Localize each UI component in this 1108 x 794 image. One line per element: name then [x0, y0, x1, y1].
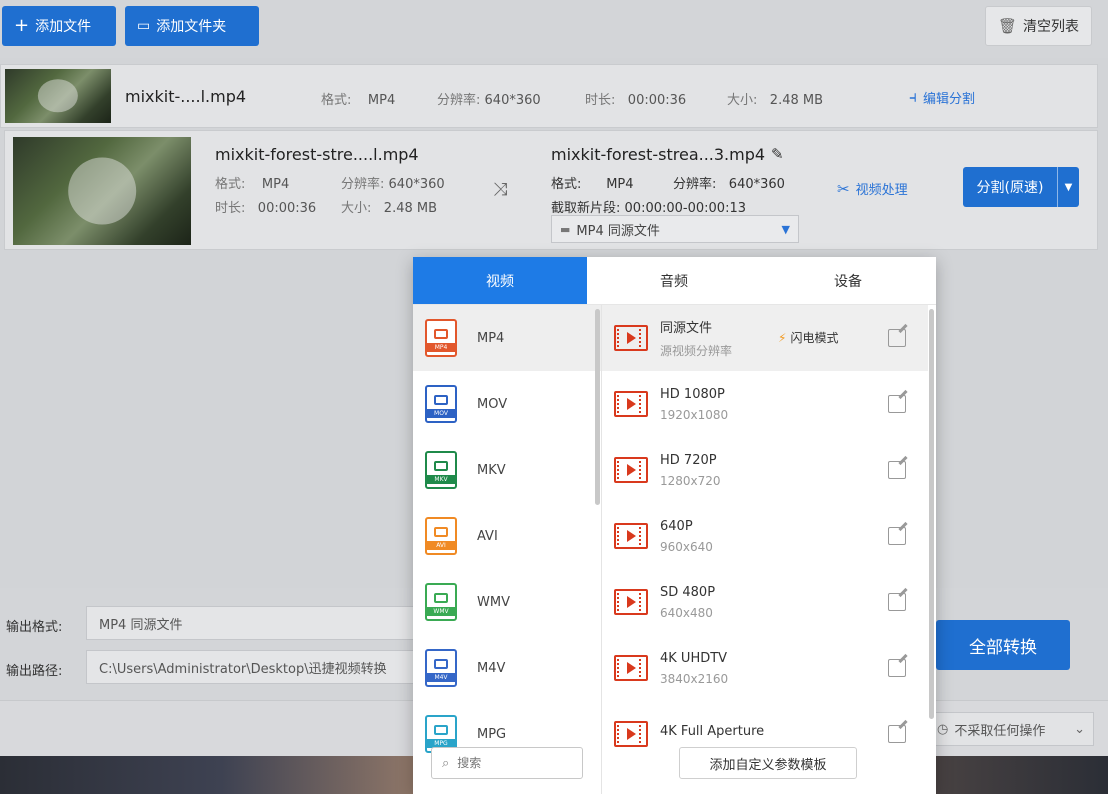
file-row-1[interactable]: mixkit-....l.mp4 格式: MP4 分辨率: 640*360 时长… [0, 64, 1098, 128]
src-resolution-meta: 分辨率: 640*360 [341, 177, 445, 192]
add-file-label: 添加文件 [35, 19, 92, 35]
preset-item[interactable]: HD 1080P 1920x1080 [602, 371, 928, 437]
add-custom-template-button[interactable]: 添加自定义参数模板 [679, 747, 857, 779]
src-format-meta: 格式: MP4 [215, 177, 290, 192]
clear-list-label: 清空列表 [1023, 19, 1079, 35]
trash-icon: 🗑 [997, 17, 1017, 35]
edit-icon[interactable] [888, 725, 906, 743]
lightning-icon: ⚡ [778, 330, 787, 345]
format-meta: 格式: MP4 [321, 93, 396, 108]
plus-icon: + [14, 15, 30, 36]
preset-item[interactable]: SD 480P 640x480 [602, 569, 928, 635]
split-button[interactable]: 分割(原速) ▼ [963, 167, 1079, 207]
edit-icon[interactable] [888, 659, 906, 677]
rename-pencil-icon[interactable]: ✎ [771, 145, 784, 163]
clock-icon: ◷ [937, 721, 949, 737]
edit-split-link[interactable]: ⫞ 编辑分割 [909, 87, 975, 107]
tab-audio[interactable]: 音频 [587, 257, 761, 304]
m4v-file-icon: M4V [425, 649, 457, 687]
output-file-name: mixkit-forest-strea...3.mp4 [551, 145, 766, 164]
video-thumbnail [13, 137, 191, 245]
top-toolbar: + 添加文件 ▭ 添加文件夹 🗑 清空列表 [0, 0, 1108, 58]
chevron-down-icon: ▼ [781, 222, 790, 236]
after-conversion-select[interactable]: ◷ 不采取任何操作 ⌄ [928, 712, 1094, 746]
split-icon: ⫞ [909, 87, 918, 106]
output-path-field[interactable]: C:\Users\Administrator\Desktop\迅捷视频转换 [86, 650, 416, 684]
folder-icon: ▭ [137, 18, 151, 34]
avi-file-icon: AVI [425, 517, 457, 555]
clear-list-button[interactable]: 🗑 清空列表 [984, 6, 1092, 46]
wmv-file-icon: WMV [425, 583, 457, 621]
tab-video[interactable]: 视频 [413, 257, 587, 304]
video-process-link[interactable]: ✂ 视频处理 [837, 179, 908, 199]
format-item-mkv[interactable]: MKV MKV [413, 437, 601, 503]
preset-item[interactable]: 640P 960x640 [602, 503, 928, 569]
tab-device[interactable]: 设备 [761, 257, 935, 304]
file-row-2[interactable]: mixkit-forest-stre....l.mp4 格式: MP4 分辨率:… [4, 130, 1098, 250]
chevron-down-icon: ⌄ [1074, 721, 1085, 737]
output-format-label: 输出格式: [6, 620, 63, 635]
output-format-select[interactable]: ▬ MP4 同源文件 ▼ [551, 215, 799, 243]
video-format-icon: ▬ [560, 222, 571, 236]
video-file-icon [614, 655, 648, 681]
format-item-m4v[interactable]: M4V M4V [413, 635, 601, 701]
mp4-file-icon: MP4 [425, 319, 457, 357]
format-item-wmv[interactable]: WMV WMV [413, 569, 601, 635]
split-dropdown-arrow[interactable]: ▼ [1057, 167, 1079, 207]
preset-item[interactable]: HD 720P 1280x720 [602, 437, 928, 503]
src-size-meta: 大小: 2.48 MB [341, 201, 438, 216]
file-name: mixkit-....l.mp4 [125, 87, 247, 106]
mov-file-icon: MOV [425, 385, 457, 423]
duration-meta: 时长: 00:00:36 [585, 93, 687, 108]
scissors-icon: ✂ [837, 179, 850, 198]
preset-item[interactable]: 同源文件 源视频分辨率 ⚡ 闪电模式 [602, 305, 928, 371]
search-icon: ⌕ [442, 755, 450, 771]
format-search-box[interactable]: ⌕ [431, 747, 583, 779]
src-duration-meta: 时长: 00:00:36 [215, 201, 317, 216]
preset-scrollbar[interactable] [929, 309, 934, 719]
video-file-icon [614, 523, 648, 549]
edit-icon[interactable] [888, 527, 906, 545]
add-folder-label: 添加文件夹 [156, 19, 227, 35]
shuffle-icon: ⤨ [493, 179, 508, 200]
mkv-file-icon: MKV [425, 451, 457, 489]
convert-all-button[interactable]: 全部转换 [936, 620, 1070, 670]
format-item-mov[interactable]: MOV MOV [413, 371, 601, 437]
edit-icon[interactable] [888, 461, 906, 479]
category-scrollbar[interactable] [595, 309, 600, 505]
video-thumbnail [5, 69, 111, 123]
dst-format-meta: 格式: MP4 [551, 177, 634, 192]
format-popup: 视频 音频 设备 MP4 MP4 MOV MOV MKV MKV AVI AVI… [413, 257, 936, 794]
search-input[interactable] [457, 756, 558, 770]
output-path-label: 输出路径: [6, 664, 63, 679]
add-file-button[interactable]: + 添加文件 [2, 6, 116, 46]
edit-icon[interactable] [888, 593, 906, 611]
edit-icon[interactable] [888, 395, 906, 413]
source-file-name: mixkit-forest-stre....l.mp4 [215, 145, 419, 164]
size-meta: 大小: 2.48 MB [727, 93, 824, 108]
video-file-icon [614, 721, 648, 747]
add-folder-button[interactable]: ▭ 添加文件夹 [125, 6, 259, 46]
dst-resolution-meta: 分辨率: 640*360 [673, 177, 785, 192]
video-file-icon [614, 391, 648, 417]
preset-item[interactable]: 4K UHDTV 3840x2160 [602, 635, 928, 701]
output-format-field[interactable]: MP4 同源文件 [86, 606, 416, 640]
clip-range-meta: 截取新片段: 00:00:00-00:00:13 [551, 201, 746, 216]
format-item-mp4[interactable]: MP4 MP4 [413, 305, 601, 371]
video-file-icon [614, 589, 648, 615]
format-item-avi[interactable]: AVI AVI [413, 503, 601, 569]
video-file-icon [614, 325, 648, 351]
preset-list: 同源文件 源视频分辨率 ⚡ 闪电模式 HD 1080P 1920x1080 HD… [602, 305, 928, 794]
edit-icon[interactable] [888, 329, 906, 347]
format-tabs: 视频 音频 设备 [413, 257, 936, 305]
format-category-list: MP4 MP4 MOV MOV MKV MKV AVI AVI WMV WMV … [413, 305, 601, 794]
resolution-meta: 分辨率: 640*360 [437, 93, 541, 108]
flash-mode-badge: ⚡ 闪电模式 [778, 330, 839, 346]
video-file-icon [614, 457, 648, 483]
